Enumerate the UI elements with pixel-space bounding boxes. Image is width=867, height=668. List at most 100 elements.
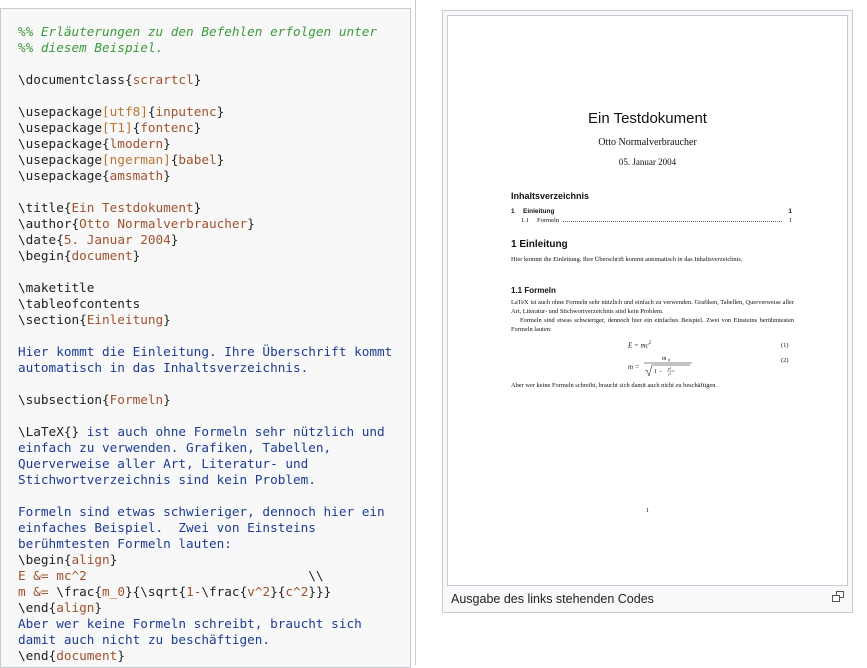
svg-text:v²: v² [668,366,672,371]
equation-number: (2) [781,357,789,364]
code-token: }{ [270,584,286,599]
code-line: damit auch nicht zu beschäftigen. [18,632,270,647]
code-token: Einleitung [86,312,164,327]
code-token: E &= mc^2 [18,568,309,583]
code-token: \usepackage [18,152,103,167]
doc-subsection-heading: 1.1 Formeln [511,286,556,295]
magnify-icon[interactable] [832,591,844,602]
doc-date: 05. Januar 2004 [618,157,677,167]
code-token: document [71,248,133,263]
code-token: \end [18,600,49,615]
code-token: { [71,216,80,231]
code-token: } [193,200,202,215]
code-token: { [102,168,110,183]
doc-author: Otto Normalverbraucher [598,137,697,148]
code-token: c^2 [285,584,309,599]
code-token: \maketitle [18,280,95,295]
code-token: \title [18,200,64,215]
code-token: babel [178,152,217,167]
code-token: } [170,232,179,247]
code-line: \usepackage[ngerman]{babel} [18,152,224,167]
code-token: \begin [18,248,64,263]
toc-heading: Inhaltsverzeichnis [511,191,590,201]
code-line: \subsection{Formeln} [18,392,171,407]
code-line: \usepackage[T1]{fontenc} [18,120,201,135]
code-token: { [94,584,103,599]
code-token: \LaTeX [18,424,64,439]
code-line: \LaTeX{} ist auch ohne Formeln sehr nütz… [18,424,385,439]
code-token: 5. Januar 2004 [63,232,171,247]
code-token: \begin [18,552,64,567]
code-line: einfaches Beispiel. Zwei von Einsteins [18,520,316,535]
toc-entry: 1.1 Formeln 1 [521,217,792,224]
code-line: \end{document} [18,648,125,663]
code-token: } [247,216,255,231]
code-token: \tableofcontents [18,296,141,311]
code-token: } [132,248,141,263]
code-line: \tableofcontents [18,296,140,311]
code-token: } [163,168,171,183]
code-token: %% diesem Beispiel. [18,40,164,55]
code-line: \usepackage{amsmath} [18,168,171,183]
code-token: \usepackage [18,136,103,151]
rendered-document-image[interactable]: Ein Testdokument Otto Normalverbraucher … [447,15,848,586]
code-token: m &= [18,584,57,599]
fraction-formula: m 0 1 − v² c² [643,356,692,377]
code-token: fontenc [140,120,194,135]
doc-page-number: 1 [645,507,650,514]
code-token: lmodern [109,136,164,151]
code-line: Querverweise aller Art, Literatur- und [18,456,308,471]
equation-1: E = mc2 [628,341,652,350]
code-token: \documentclass [18,72,125,87]
code-token: } [117,648,125,663]
output-thumbnail: Ein Testdokument Otto Normalverbraucher … [442,10,853,613]
code-token: } [216,104,225,119]
equation-number: (1) [781,342,789,349]
code-line: Aber wer keine Formeln schreibt, braucht… [18,616,362,631]
code-token: [T1] [102,120,133,135]
code-token: \sqrt [140,584,179,599]
code-token: amsmath [109,168,164,183]
code-token: Stichwortverzeichnis sind kein Problem. [18,472,316,487]
code-token: }{ [124,584,141,599]
doc-paragraph: Aber wer keine Formeln schreibt, braucht… [511,382,718,389]
code-token: Querverweise aller Art, Literatur- und [18,456,309,471]
code-token: { [178,584,187,599]
code-token: { [147,104,156,119]
svg-text:m: m [662,356,667,362]
code-token: {} [63,424,80,439]
code-token: { [79,312,87,327]
code-token: \usepackage [18,168,103,183]
column-divider [415,0,416,665]
code-token: Otto Normalverbraucher [79,216,248,231]
code-line: Formeln sind etwas schwieriger, dennoch … [18,504,385,519]
code-line: automatisch in das Inhaltsverzeichnis. [18,360,308,375]
code-token: \frac [56,584,95,599]
code-token: \date [18,232,57,247]
code-token: einfach zu verwenden. Grafiken, Tabellen… [18,440,332,455]
code-line: \end{align} [18,600,102,615]
code-token: \frac [201,584,240,599]
code-token: } [109,552,118,567]
code-token: document [56,648,118,663]
svg-text:c²: c² [668,372,672,377]
code-token: Ein Testdokument [71,200,194,215]
code-line: \begin{align} [18,552,117,567]
code-line: \title{Ein Testdokument} [18,200,201,215]
code-token: v^2 [247,584,271,599]
code-token: } [193,72,202,87]
code-token: \subsection [18,392,103,407]
code-line: \usepackage[utf8]{inputenc} [18,104,224,119]
code-line: m &= \frac{m_0}{\sqrt{1-\frac{v^2}{c^2}}… [18,584,331,599]
code-token: scrartcl [132,72,194,87]
code-token: \section [18,312,80,327]
code-token: inputenc [155,104,217,119]
code-token: Formeln [109,392,164,407]
code-line: \section{Einleitung} [18,312,171,327]
code-line: \maketitle [18,280,94,295]
code-line: E &= mc^2 \\ [18,568,324,583]
code-line: Hier kommt die Einleitung. Ihre Überschr… [18,344,392,359]
toc-entry: 1 Einleitung 1 [511,208,792,215]
code-token: [ngerman] [102,152,171,167]
code-token: } [94,600,103,615]
